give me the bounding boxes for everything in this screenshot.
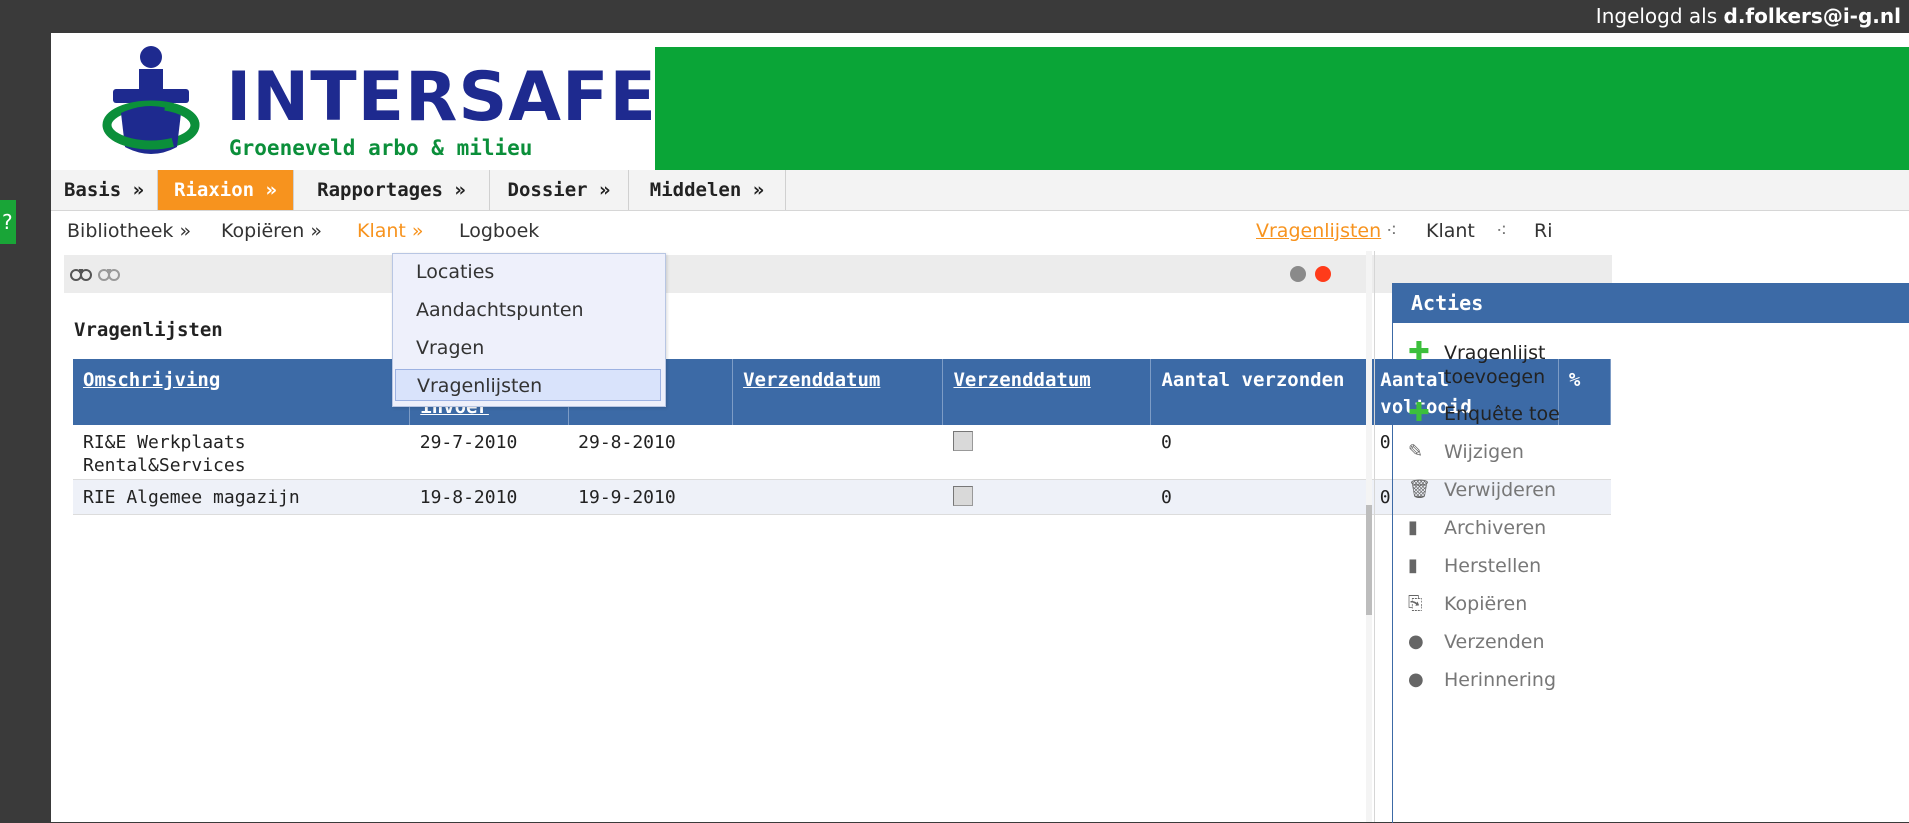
cell-verzonden-checkbox [942, 479, 1151, 515]
cell-datum2: 29-8-2010 [568, 425, 733, 480]
col-verzenddatum-2[interactable]: Verzenddatum [942, 359, 1152, 425]
cell-aantal-verzonden: 0 [1150, 479, 1370, 515]
binoculars-icon[interactable] [70, 263, 92, 283]
scrollbar-thumb[interactable] [1366, 505, 1372, 615]
nav-riaxion[interactable]: Riaxion » [158, 170, 294, 210]
breadcrumb-klant[interactable]: Klant [1426, 211, 1475, 251]
nav-dossier[interactable]: Dossier » [490, 170, 629, 210]
cell-omschrijving: RI&E Werkplaats Rental&Services [73, 425, 410, 480]
sent-checkbox[interactable] [952, 431, 973, 451]
cell-omschrijving: RIE Algemee magazijn [73, 479, 410, 515]
plus-icon: ✚ [1408, 398, 1430, 428]
menu-item-vragenlijsten[interactable]: Vragenlijsten [395, 369, 661, 401]
send-icon: ● [1408, 631, 1424, 652]
col-omschrijving[interactable]: Omschrijving [73, 359, 411, 425]
logo-subtitle: Groeneveld arbo & milieu [229, 136, 533, 160]
col-verzenddatum-1[interactable]: Verzenddatum [732, 359, 944, 425]
menu-item-aandachtspunten[interactable]: Aandachtspunten [416, 294, 584, 326]
content-toolbar [64, 255, 1612, 293]
breadcrumb-ri[interactable]: Ri [1534, 211, 1552, 251]
panel-divider [1374, 251, 1375, 822]
cell-datum1: 19-8-2010 [409, 479, 569, 515]
copy-icon: ⎘ [1408, 593, 1423, 614]
breadcrumb-separator-icon: ⁖ [1496, 220, 1508, 242]
subnav-logboek[interactable]: Logboek [459, 211, 539, 251]
reminder-icon: ● [1408, 669, 1424, 690]
acties-title: Acties [1393, 283, 1909, 323]
edit-icon: ✎ [1408, 441, 1424, 462]
archive-icon: ▮ [1408, 517, 1418, 538]
cell-verzonden-checkbox [942, 425, 1151, 480]
cell-aantal-verzonden: 0 [1150, 425, 1370, 480]
restore-icon: ▮ [1408, 555, 1418, 576]
content-title: Vragenlijsten [74, 319, 223, 341]
nav-middelen[interactable]: Middelen » [629, 170, 786, 210]
user-prefix: Ingelogd als [1595, 4, 1718, 28]
help-tab[interactable]: ? [0, 200, 16, 244]
user-name: d.folkers@i-g.nl [1723, 4, 1901, 28]
logged-in-user: Ingelogd als d.folkers@i-g.nl [1596, 4, 1901, 28]
binoculars-gray-icon[interactable] [98, 263, 120, 283]
status-dot-red[interactable] [1315, 266, 1331, 282]
logo-title: INTERSAFE [226, 58, 657, 137]
nav-basis[interactable]: Basis » [51, 170, 158, 210]
klant-dropdown-menu: Locaties Aandachtspunten Vragen Vragenli… [392, 253, 666, 407]
cell-datum1: 29-7-2010 [409, 425, 569, 480]
table-row[interactable]: RI&E Werkplaats Rental&Services 29-7-201… [73, 425, 1611, 480]
acties-panel: Acties ✚ Vragenlijst toevoegen ✚ Enquête… [1392, 283, 1909, 823]
subnav-bibliotheek[interactable]: Bibliotheek » [67, 211, 191, 251]
cell-verzenddatum [732, 479, 943, 515]
status-dot-gray[interactable] [1290, 266, 1306, 282]
menu-item-vragen[interactable]: Vragen [416, 332, 484, 364]
menu-item-locaties[interactable]: Locaties [416, 256, 494, 288]
table-row[interactable]: RIE Algemee magazijn 19-8-2010 19-9-2010… [73, 479, 1611, 515]
sub-nav: Bibliotheek » Kopiëren » Klant » Logboek… [51, 211, 1909, 251]
breadcrumb-vragenlijsten[interactable]: Vragenlijsten [1256, 211, 1381, 251]
breadcrumb-separator-icon: ⁖ [1386, 220, 1398, 242]
vragenlijsten-table: Omschrijving invoer Verzenddatum Verzend… [73, 359, 1612, 515]
subnav-klant[interactable]: Klant » [357, 211, 424, 251]
col-aantal-verzonden[interactable]: Aantal verzonden [1150, 359, 1371, 425]
cell-verzenddatum [732, 425, 943, 480]
table-header-row: Omschrijving invoer Verzenddatum Verzend… [73, 359, 1612, 425]
plus-icon: ✚ [1408, 337, 1430, 367]
left-strip [0, 0, 51, 822]
main-nav: Basis » Riaxion » Rapportages » Dossier … [51, 170, 1909, 211]
nav-rapportages[interactable]: Rapportages » [294, 170, 490, 210]
subnav-kopieren[interactable]: Kopiëren » [221, 211, 322, 251]
sent-checkbox[interactable] [952, 486, 973, 506]
page: INTERSAFE Groeneveld arbo & milieu Basis… [51, 33, 1909, 823]
cell-datum2: 19-9-2010 [568, 479, 733, 515]
trash-icon: 🗑 [1408, 479, 1431, 500]
logo-figure-icon [102, 46, 200, 154]
top-bar: Ingelogd als d.folkers@i-g.nl [0, 0, 1909, 33]
